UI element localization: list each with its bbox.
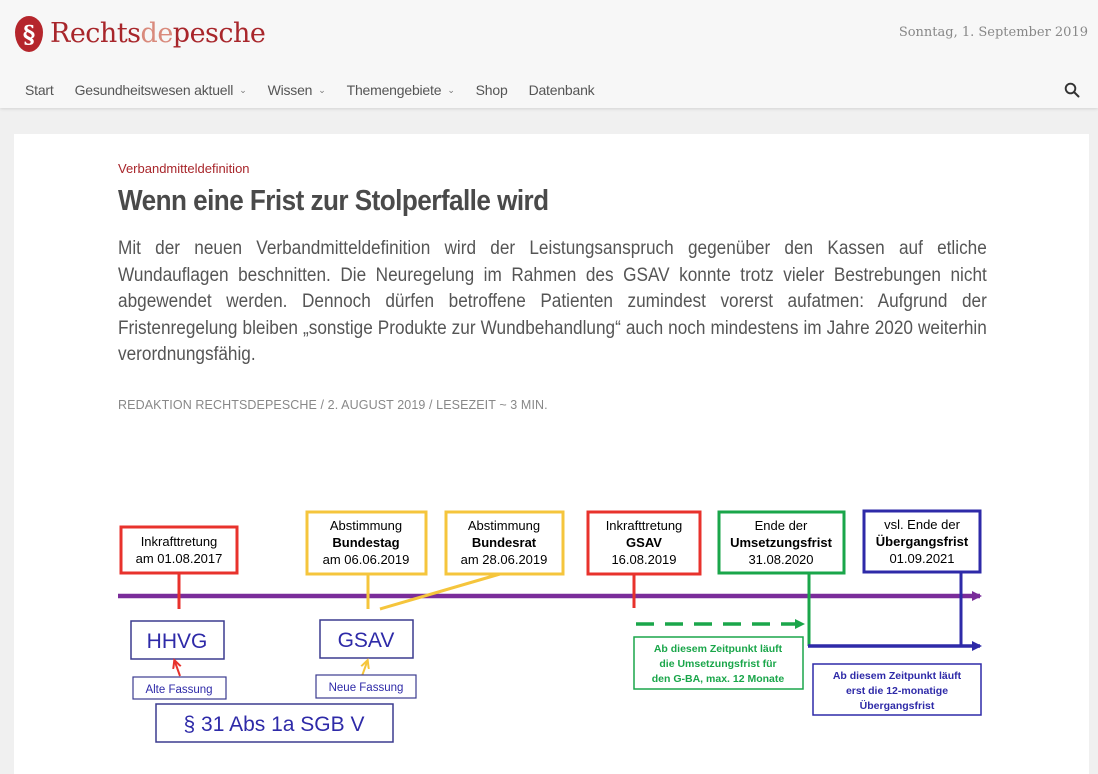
site-logo[interactable]: § Rechtsdepesche [15, 16, 266, 52]
logo-wordmark: Rechtsdepesche [50, 16, 266, 52]
article-title: Wenn eine Frist zur Stolperfalle wird [118, 185, 549, 217]
logo-part-de: de [140, 18, 174, 49]
nav-item-wissen[interactable]: Wissen ⌄ [268, 82, 326, 98]
search-icon[interactable] [1064, 82, 1080, 98]
logo-part-rechts: Rechts [50, 18, 141, 49]
nav-label: Datenbank [528, 82, 595, 98]
nav-item-themengebiete[interactable]: Themengebiete ⌄ [347, 82, 455, 98]
header-date: Sonntag, 1. September 2019 [898, 25, 1088, 40]
main-nav: Start Gesundheitswesen aktuell ⌄ Wissen ⌄ … [25, 82, 615, 98]
article-category[interactable]: Verbandmitteldefinition [118, 161, 250, 176]
chevron-down-icon: ⌄ [447, 84, 455, 95]
nav-item-gesundheitswesen-aktuell[interactable]: Gesundheitswesen aktuell ⌄ [75, 82, 247, 98]
nav-label: Shop [475, 82, 508, 98]
nav-item-shop[interactable]: Shop [476, 82, 508, 98]
nav-label: Gesundheitswesen aktuell [74, 82, 234, 98]
nav-label: Themengebiete [346, 82, 442, 98]
site-header: § Rechtsdepesche Sonntag, 1. September 2… [0, 0, 1098, 108]
article-byline: REDAKTION RECHTSDEPESCHE / 2. AUGUST 201… [118, 398, 548, 412]
nav-label: Start [25, 82, 54, 98]
paragraph-logo-icon: § [15, 16, 43, 52]
chevron-down-icon: ⌄ [318, 84, 326, 95]
chevron-down-icon: ⌄ [239, 84, 247, 95]
article-card: Verbandmitteldefinition Wenn eine Frist … [14, 134, 1089, 774]
nav-item-start[interactable]: Start [25, 82, 54, 98]
article-lead: Mit der neuen Verbandmitteldefinition wi… [118, 238, 987, 365]
nav-label: Wissen [267, 82, 313, 98]
nav-item-datenbank[interactable]: Datenbank [529, 82, 595, 98]
logo-part-pesche: pesche [172, 18, 266, 49]
